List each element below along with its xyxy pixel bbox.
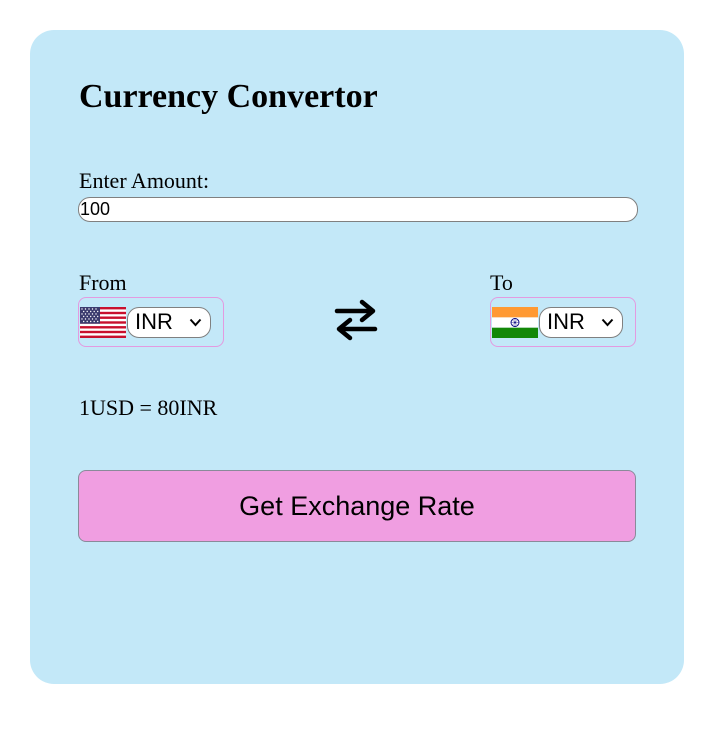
from-label: From [79,270,127,295]
us-flag-icon [80,306,126,338]
chevron-down-icon [601,318,614,326]
india-flag-icon [492,306,538,338]
amount-label: Enter Amount: [79,168,210,193]
swap-arrows-icon[interactable] [334,298,378,342]
page-title: Currency Convertor [79,78,378,115]
to-currency-container: INR [490,297,636,347]
to-currency-value: INR [547,309,585,334]
from-currency-select[interactable]: INR [127,306,211,338]
from-currency-value: INR [135,309,173,334]
converter-card: Currency Convertor Enter Amount: From [30,30,684,684]
to-currency-select[interactable]: INR [539,306,623,338]
to-label: To [490,270,513,295]
exchange-rate-text: 1USD = 80INR [79,395,218,420]
amount-input[interactable] [78,197,638,222]
chevron-down-icon [189,318,202,326]
from-currency-container: INR [78,297,224,347]
get-exchange-rate-button[interactable]: Get Exchange Rate [78,470,636,542]
